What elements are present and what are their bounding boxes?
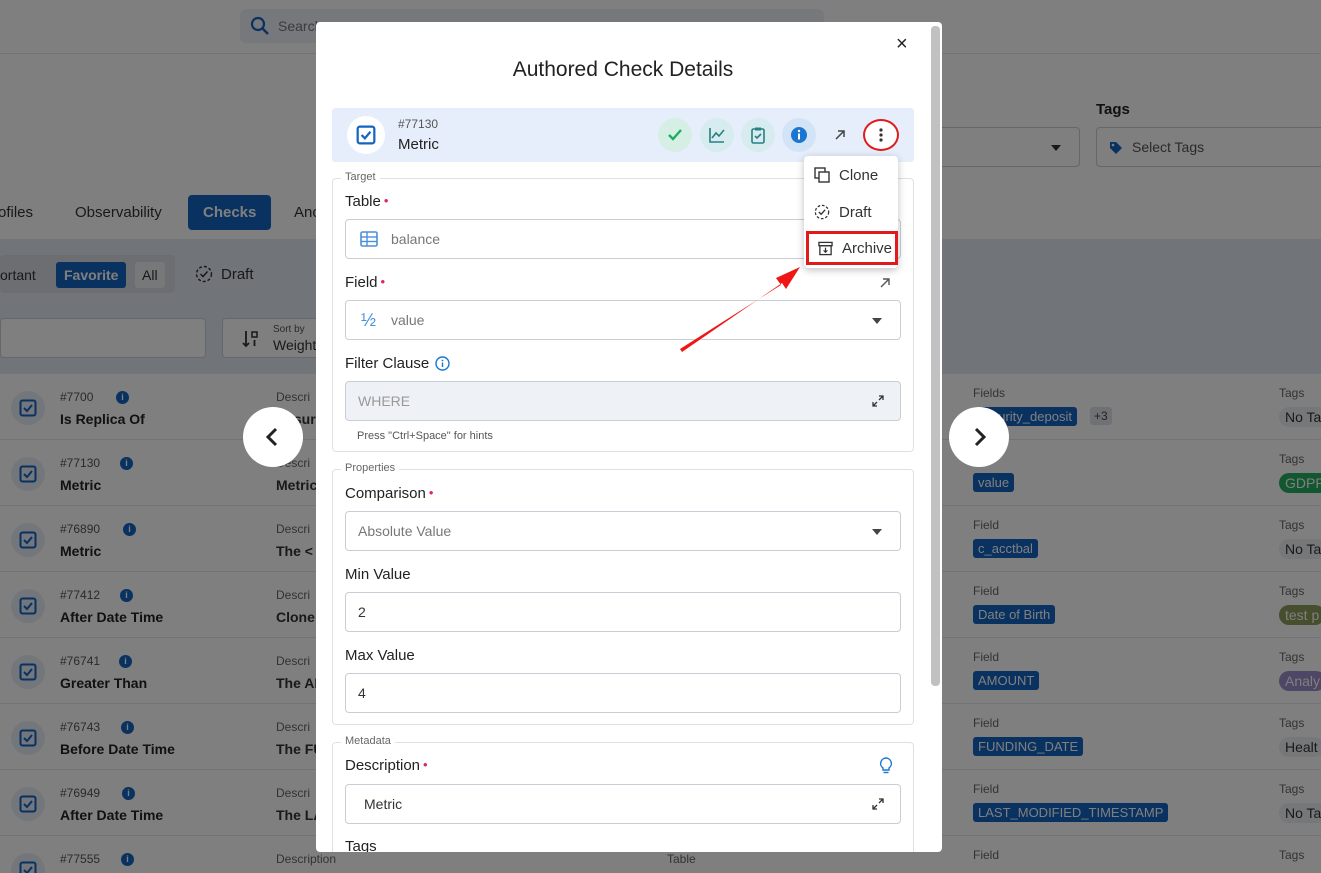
field-label-text: Field: [345, 274, 378, 291]
previous-button[interactable]: [243, 407, 303, 467]
field-select[interactable]: ½ value: [345, 300, 901, 340]
min-value-label: Min Value: [345, 566, 411, 583]
description-label: Description •: [345, 757, 428, 774]
chevron-down-icon: [872, 529, 882, 535]
check-details-modal: Authored Check Details × #77130 Metric T…: [316, 22, 942, 852]
description-input[interactable]: Metric: [345, 784, 901, 824]
next-button[interactable]: [949, 407, 1009, 467]
chevron-down-icon: [872, 318, 882, 324]
expand-icon[interactable]: [872, 798, 884, 810]
filter-clause-input[interactable]: WHERE: [345, 381, 901, 421]
info-button[interactable]: [782, 118, 816, 152]
more-options-button[interactable]: [863, 119, 899, 151]
fraction-icon: ½: [361, 310, 377, 330]
open-external-button[interactable]: [823, 118, 857, 152]
max-value-input[interactable]: 4: [345, 673, 901, 713]
filter-clause-placeholder: WHERE: [358, 393, 411, 409]
copy-icon: [814, 167, 830, 183]
check-mark-icon: [668, 129, 682, 141]
archive-icon: [818, 241, 833, 255]
properties-legend: Properties: [341, 462, 400, 474]
more-vertical-icon: [879, 128, 883, 142]
menu-item-clone[interactable]: Clone: [814, 164, 878, 186]
menu-item-archive-label: Archive: [842, 239, 893, 257]
check-header: #77130 Metric: [332, 108, 914, 162]
tags-label: Tags: [345, 838, 377, 852]
draft-icon: [814, 204, 830, 220]
check-id: #77130: [398, 117, 439, 131]
max-value: 4: [358, 685, 366, 701]
description-value: Metric: [364, 796, 403, 812]
description-label-text: Description: [345, 757, 421, 774]
filter-clause-label: Filter Clause: [345, 355, 450, 372]
lightbulb-icon[interactable]: [879, 757, 893, 775]
filter-clause-label-text: Filter Clause: [345, 355, 430, 372]
table-label: Table •: [345, 193, 389, 210]
info-icon: [791, 127, 807, 143]
check-avatar: [347, 116, 385, 154]
check-icon: [356, 125, 376, 145]
menu-item-draft[interactable]: Draft: [814, 201, 872, 223]
menu-item-archive[interactable]: Archive: [806, 231, 898, 265]
comparison-value: Absolute Value: [358, 523, 452, 539]
validate-button[interactable]: [658, 118, 692, 152]
properties-section: Properties Comparison • Absolute Value Mi…: [332, 462, 914, 725]
min-value-input[interactable]: 2: [345, 592, 901, 632]
table-value: balance: [391, 231, 441, 247]
modal-scrollbar[interactable]: [931, 26, 940, 686]
expand-icon[interactable]: [872, 395, 884, 407]
clipboard-check-icon: [751, 127, 765, 144]
chart-button[interactable]: [700, 118, 734, 152]
metadata-section: Metadata Description • Metric Tags: [332, 735, 914, 852]
comparison-select[interactable]: Absolute Value: [345, 511, 901, 551]
field-value: value: [391, 312, 425, 328]
arrow-up-right-icon[interactable]: [879, 277, 891, 289]
comparison-label: Comparison •: [345, 485, 434, 502]
chevron-right-icon: [974, 427, 987, 447]
clipboard-button[interactable]: [741, 118, 775, 152]
field-label: Field •: [345, 274, 386, 291]
target-legend: Target: [341, 171, 380, 183]
comparison-label-text: Comparison: [345, 485, 426, 502]
chart-line-icon: [709, 128, 725, 143]
arrow-up-right-icon: [835, 130, 845, 140]
min-value: 2: [358, 604, 366, 620]
more-options-menu: Clone Draft Archive: [804, 156, 898, 268]
table-label-text: Table: [345, 193, 381, 210]
info-icon[interactable]: [435, 356, 450, 371]
menu-item-clone-label: Clone: [839, 166, 879, 184]
hint-text: Press "Ctrl+Space" for hints: [357, 430, 493, 442]
modal-title: Authored Check Details: [512, 58, 734, 81]
chevron-left-icon: [265, 427, 278, 447]
metadata-legend: Metadata: [341, 735, 395, 747]
max-value-label: Max Value: [345, 647, 415, 664]
close-icon[interactable]: ×: [896, 34, 908, 54]
check-name: Metric: [398, 136, 439, 153]
table-icon: [360, 231, 378, 247]
menu-item-draft-label: Draft: [839, 203, 872, 221]
